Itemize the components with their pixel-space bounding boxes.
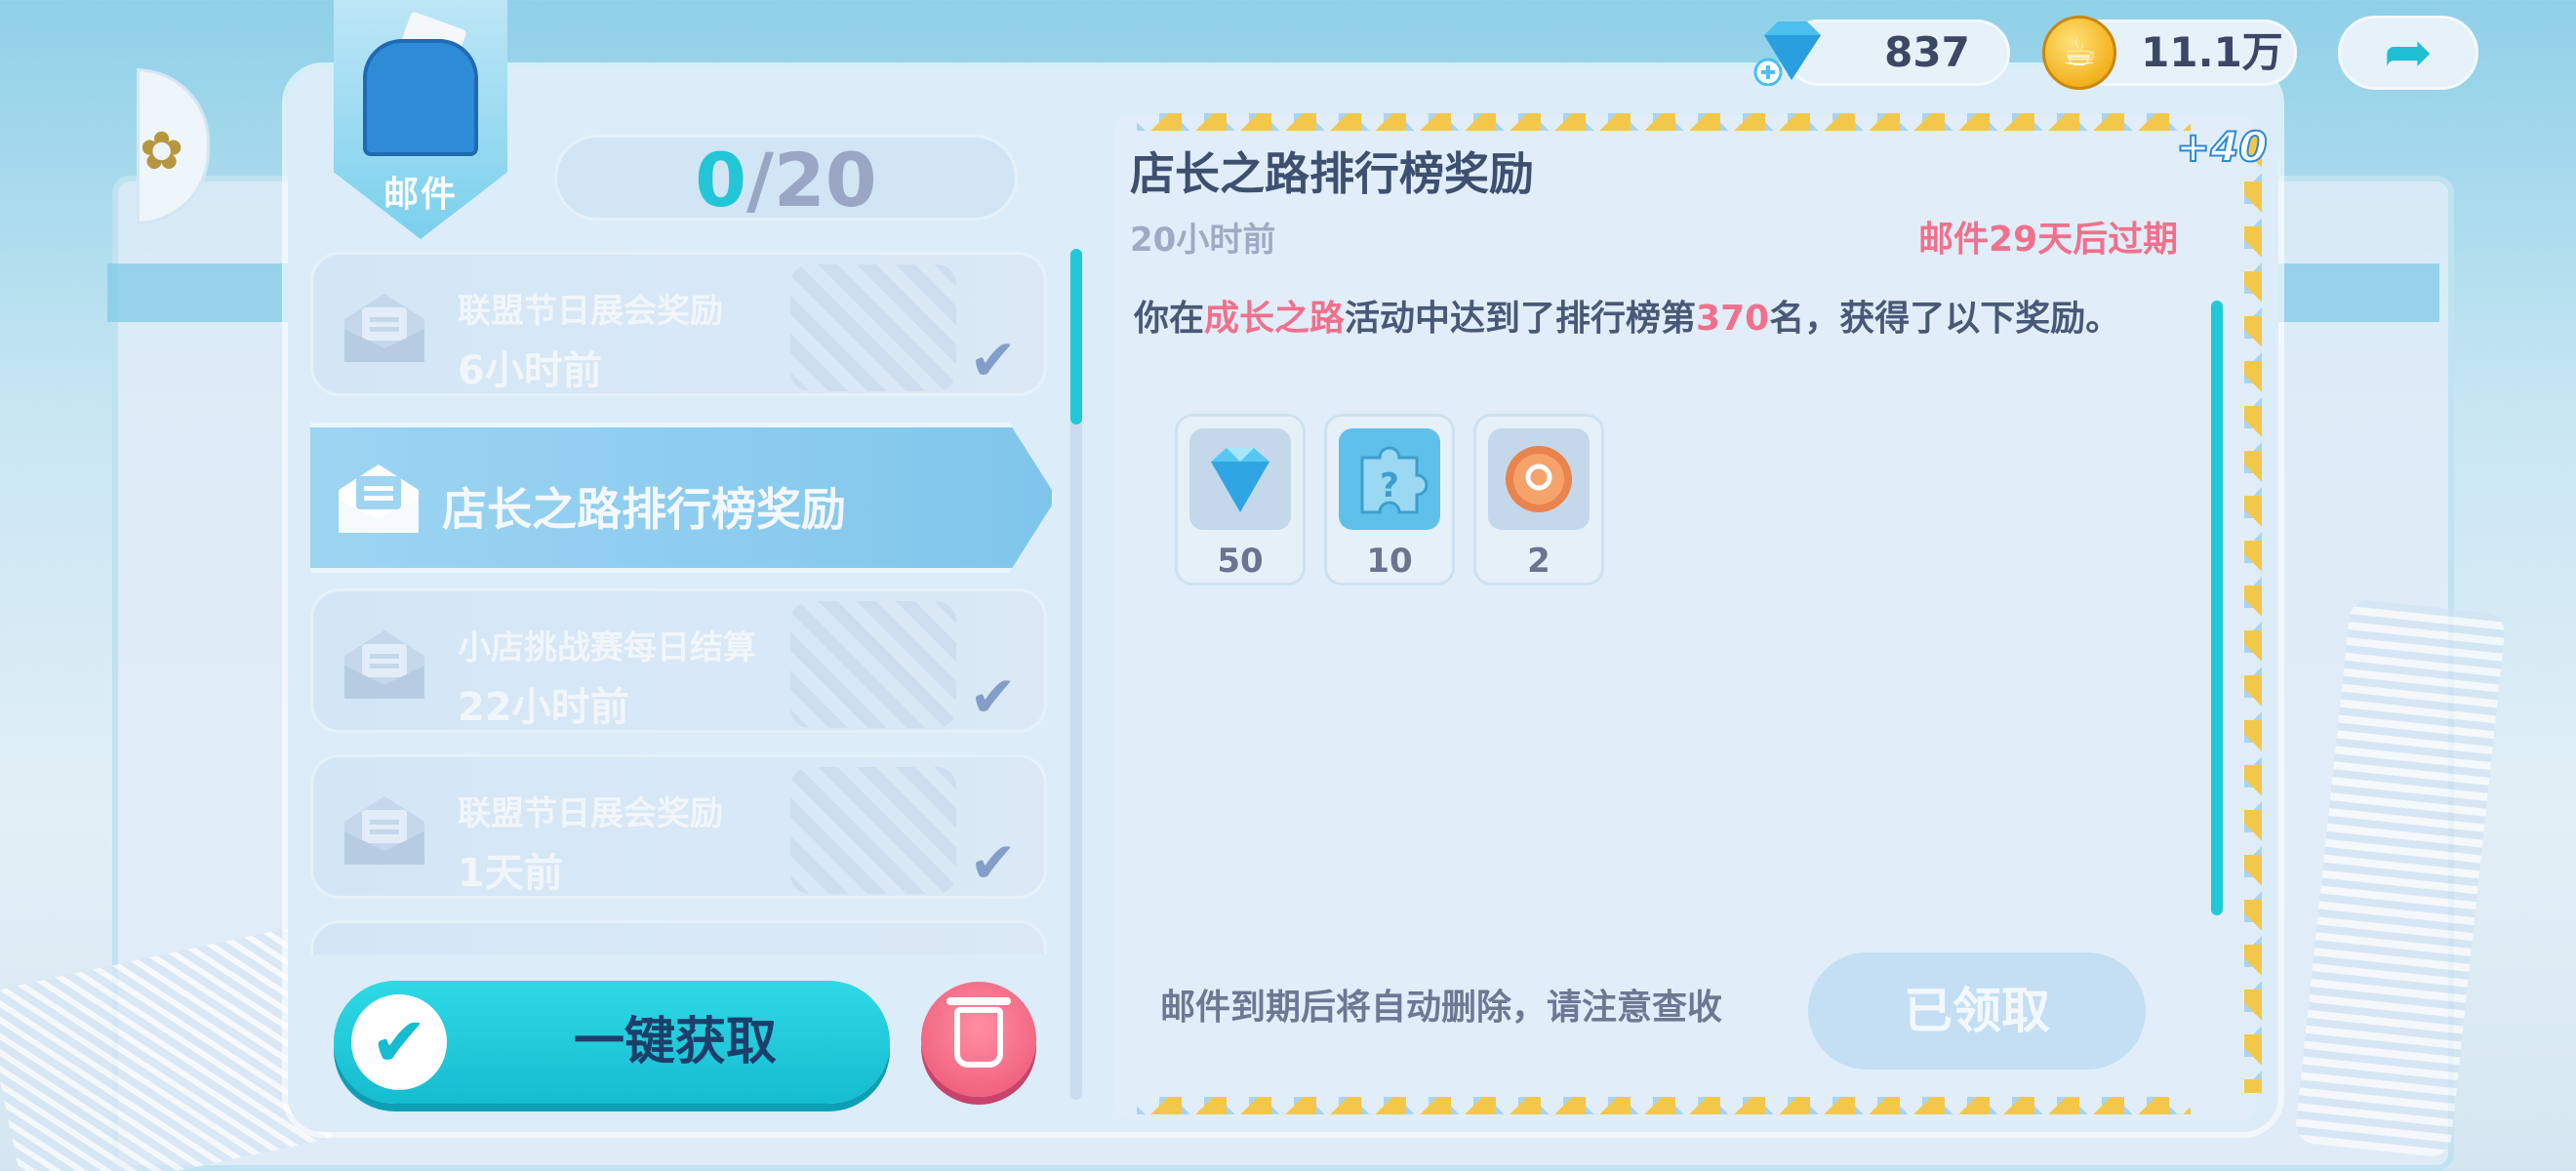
zigzag-border-bottom	[1137, 1097, 2191, 1114]
body-text: 活动中达到了排行榜第	[1345, 299, 1697, 339]
detail-title: 店长之路排行榜奖励	[1130, 147, 1534, 200]
mail-list-item[interactable]: 联盟节日展会奖励 1天前 ✔	[310, 754, 1047, 899]
detail-expire: 邮件29天后过期	[1918, 211, 2178, 262]
scrollbar-thumb[interactable]	[1070, 249, 1082, 424]
detail-body: 你在成长之路活动中达到了排行榜第370名，获得了以下奖励。	[1134, 299, 2149, 340]
detail-scrollbar[interactable]	[2211, 301, 2223, 915]
mail-list[interactable]: 联盟节日展会奖励 6小时前 ✔ 店长之路排行榜奖励 小店挑战赛每日结算 22小时…	[310, 252, 1054, 954]
mail-item-title: 店长之路排行榜奖励	[442, 483, 846, 536]
claimed-check-icon: ✔	[969, 327, 1017, 393]
mail-list-item-selected[interactable]: 店长之路排行榜奖励	[310, 423, 1054, 573]
item-pattern	[790, 601, 956, 728]
reward-slot	[1189, 428, 1291, 530]
item-pattern	[790, 264, 956, 391]
claimed-check-icon: ✔	[969, 664, 1017, 730]
expire-days: 29	[1989, 220, 2038, 260]
check-icon: ✔	[351, 994, 447, 1090]
expiry-note: 邮件到期后将自动删除，请注意查收	[1159, 988, 1722, 1028]
expire-prefix: 邮件	[1918, 220, 1990, 260]
claimed-check-icon: ✔	[969, 829, 1017, 896]
delete-button[interactable]	[921, 982, 1036, 1097]
mail-item-title: 小店挑战赛每日结算	[458, 628, 756, 667]
mail-item-title: 联盟节日展会奖励	[458, 794, 723, 833]
body-text: 你在	[1134, 299, 1205, 339]
collect-all-button[interactable]: ✔ 一键获取	[334, 981, 890, 1104]
mail-counter-total: /20	[746, 137, 877, 223]
detail-time: 20小时前	[1130, 221, 1276, 260]
reward-slot: ?	[1339, 428, 1440, 530]
mail-list-item[interactable]	[310, 920, 1047, 954]
zigzag-border-top	[1137, 113, 2191, 131]
mail-list-scrollbar[interactable]	[1070, 249, 1082, 1100]
body-text: 名，获得了以下奖励。	[1769, 299, 2121, 339]
trash-lid	[946, 997, 1011, 1005]
mail-item-time: 22小时前	[458, 685, 629, 730]
reward-item[interactable]: 50	[1175, 414, 1306, 586]
zigzag-border-right	[2244, 137, 2262, 1093]
diamond-icon	[1211, 448, 1269, 512]
reward-item[interactable]: 2	[1473, 414, 1604, 586]
collect-all-label: 一键获取	[573, 1013, 777, 1071]
envelope-icon	[344, 294, 424, 362]
mail-item-title: 联盟节日展会奖励	[458, 292, 723, 331]
reward-quantity: 50	[1217, 542, 1264, 581]
svg-text:?: ?	[1380, 466, 1399, 505]
mail-item-time: 6小时前	[458, 348, 602, 393]
mailbox-icon	[363, 39, 478, 156]
share-button[interactable]: ➦	[2338, 16, 2478, 90]
mail-item-time: 1天前	[458, 851, 563, 896]
expire-suffix: 天后过期	[2037, 220, 2179, 260]
envelope-icon	[344, 630, 424, 699]
body-event-name: 成长之路	[1204, 299, 1346, 339]
share-arrow-icon: ➦	[2383, 19, 2434, 87]
body-rank: 370	[1696, 299, 1770, 339]
trash-icon	[954, 1007, 1003, 1068]
claimed-button[interactable]: 已领取	[1808, 952, 2146, 1070]
reward-quantity: 10	[1366, 542, 1413, 581]
reward-slot	[1488, 428, 1590, 530]
gems-value: 837	[1884, 28, 1970, 76]
envelope-open-icon	[339, 464, 419, 533]
envelope-icon	[344, 796, 424, 865]
reward-item[interactable]: ? 10	[1324, 414, 1455, 586]
settings-icon: ✿	[140, 120, 184, 182]
puzzle-icon: ?	[1360, 446, 1429, 514]
coin-icon: ☕	[2042, 16, 2116, 90]
item-pattern	[790, 767, 956, 894]
bonus-badge: +40	[2175, 122, 2269, 172]
mail-list-item[interactable]: 小店挑战赛每日结算 22小时前 ✔	[310, 588, 1047, 733]
reward-quantity: 2	[1527, 542, 1550, 581]
coin-token-icon	[1506, 446, 1572, 512]
mail-list-item[interactable]: 联盟节日展会奖励 6小时前 ✔	[310, 252, 1047, 396]
mail-counter-current: 0	[695, 137, 747, 223]
gem-icon	[1753, 21, 1821, 86]
mail-counter: 0/20	[554, 135, 1018, 223]
